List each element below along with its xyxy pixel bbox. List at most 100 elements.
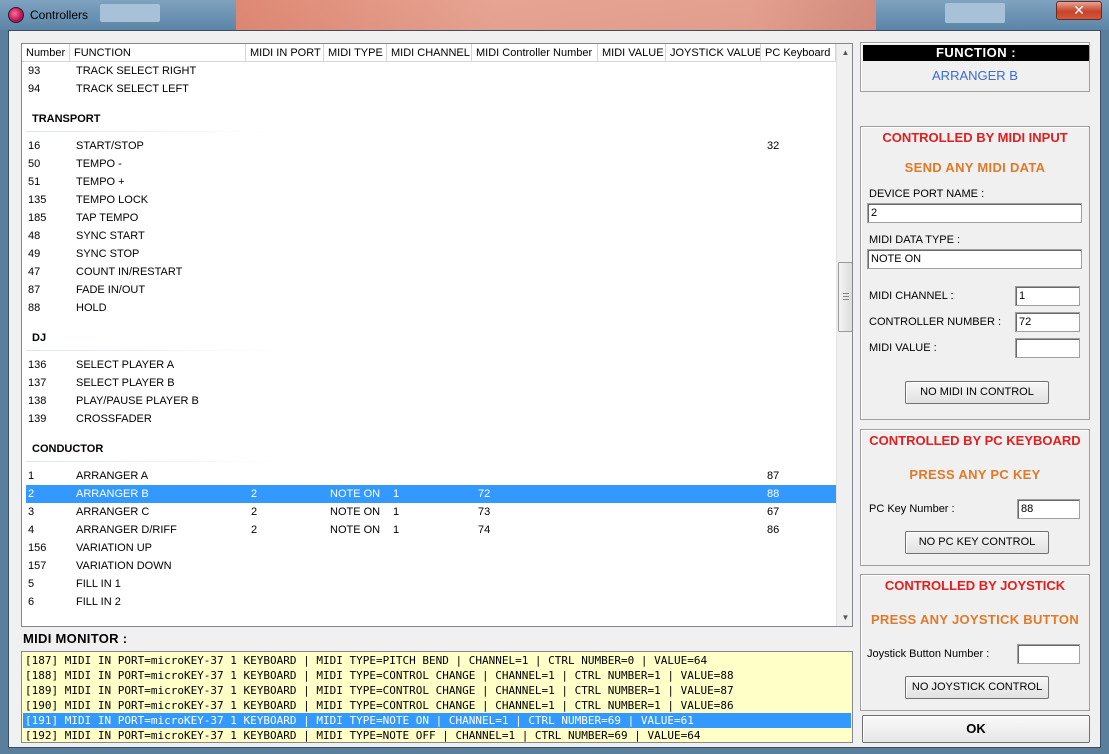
controller-row[interactable]: 94 TRACK SELECT LEFT [26, 80, 836, 98]
cell-function: ARRANGER B [76, 488, 149, 500]
controller-row[interactable]: 87 FADE IN/OUT [26, 281, 836, 299]
cell-number: 135 [28, 194, 47, 206]
controller-row[interactable]: 136 SELECT PLAYER A [26, 356, 836, 374]
controller-list[interactable]: 84TRACK SELECT +93TRACK SELECT RIGHT94TR… [21, 43, 853, 627]
midi-monitor-log[interactable]: [187] MIDI IN PORT=microKEY-37 1 KEYBOAR… [21, 651, 853, 743]
column-header[interactable]: MIDI IN PORT [246, 44, 324, 62]
dialog-client-area: 84TRACK SELECT +93TRACK SELECT RIGHT94TR… [8, 30, 1101, 748]
column-header[interactable]: MIDI VALUE [598, 44, 666, 62]
controller-row[interactable]: 48 SYNC START [26, 227, 836, 245]
no-midi-in-control-button[interactable]: NO MIDI IN CONTROL [905, 381, 1049, 404]
group-header: DJ [32, 332, 47, 344]
controller-row[interactable]: 139 CROSSFADER [26, 410, 836, 428]
background-window-fragment [236, 0, 876, 30]
cell-function: TEMPO LOCK [76, 194, 149, 206]
device-port-field[interactable]: 2 [867, 203, 1082, 223]
scroll-up-arrow-icon[interactable]: ▲ [837, 44, 852, 61]
controller-row[interactable]: 156 VARIATION UP [26, 539, 836, 557]
cell-number: 137 [28, 377, 47, 389]
midi-value-label: MIDI VALUE : [869, 342, 937, 354]
cell-number: 5 [28, 578, 35, 590]
column-header[interactable]: MIDI TYPE [324, 44, 387, 62]
cell-number: 94 [28, 83, 41, 95]
controller-row[interactable]: 51 TEMPO + [26, 173, 836, 191]
no-joystick-control-button[interactable]: NO JOYSTICK CONTROL [905, 676, 1049, 699]
cell-function: TEMPO - [76, 158, 122, 170]
controller-row[interactable]: 5 FILL IN 1 [26, 575, 836, 593]
controller-row[interactable]: 88 HOLD [26, 299, 836, 317]
joystick-button-number-label: Joystick Button Number : [867, 648, 990, 660]
cell-function: PLAY/PAUSE PLAYER B [76, 395, 199, 407]
controller-row[interactable]: 3 ARRANGER C 2 NOTE ON 1 73 67 [26, 503, 836, 521]
midi-data-type-field[interactable]: NOTE ON [867, 249, 1082, 269]
controller-row[interactable]: 6 FILL IN 2 [26, 593, 836, 611]
controller-row[interactable]: 135 TEMPO LOCK [26, 191, 836, 209]
group-divider [26, 350, 276, 351]
cell-pc: 32 [767, 140, 780, 152]
controller-row[interactable]: 2 ARRANGER B 2 NOTE ON 1 72 88 [26, 485, 836, 503]
cell-port: 2 [251, 488, 258, 500]
column-header[interactable]: FUNCTION [70, 44, 246, 62]
no-pc-key-control-button[interactable]: NO PC KEY CONTROL [905, 531, 1049, 554]
controller-row[interactable]: 93 TRACK SELECT RIGHT [26, 62, 836, 80]
monitor-line[interactable]: [191] MIDI IN PORT=microKEY-37 1 KEYBOAR… [23, 713, 851, 728]
pc-key-number-field[interactable]: 88 [1017, 499, 1080, 519]
controller-row[interactable]: 157 VARIATION DOWN [26, 557, 836, 575]
cell-function: CROSSFADER [76, 413, 152, 425]
monitor-line[interactable]: [187] MIDI IN PORT=microKEY-37 1 KEYBOAR… [23, 653, 851, 668]
close-button[interactable]: ✕ [1056, 1, 1102, 20]
joystick-button-number-field[interactable] [1017, 644, 1080, 664]
cell-number: 139 [28, 413, 47, 425]
monitor-line[interactable]: [192] MIDI IN PORT=microKEY-37 1 KEYBOAR… [23, 728, 851, 742]
column-header[interactable]: MIDI CHANNEL [387, 44, 472, 62]
column-header[interactable]: JOYSTICK VALUE [666, 44, 761, 62]
column-header[interactable]: Number [22, 44, 70, 62]
pc-keyboard-subtitle: PRESS ANY PC KEY [909, 467, 1041, 482]
cell-number: 6 [28, 596, 35, 608]
controller-row[interactable]: 4 ARRANGER D/RIFF 2 NOTE ON 1 74 86 [26, 521, 836, 539]
cell-pc: 88 [767, 488, 780, 500]
scroll-thumb[interactable] [838, 262, 852, 332]
monitor-line[interactable]: [188] MIDI IN PORT=microKEY-37 1 KEYBOAR… [23, 668, 851, 683]
monitor-line[interactable]: [190] MIDI IN PORT=microKEY-37 1 KEYBOAR… [23, 698, 851, 713]
cell-function: SYNC START [76, 230, 145, 242]
scroll-down-arrow-icon[interactable]: ▼ [837, 609, 852, 626]
column-header[interactable]: MIDI Controller Number [472, 44, 598, 62]
monitor-line[interactable]: [189] MIDI IN PORT=microKEY-37 1 KEYBOAR… [23, 683, 851, 698]
cell-function: TEMPO + [76, 176, 125, 188]
cell-port: 2 [251, 506, 258, 518]
controller-row[interactable]: 1 ARRANGER A 87 [26, 467, 836, 485]
cell-number: 156 [28, 542, 47, 554]
controller-row[interactable]: 49 SYNC STOP [26, 245, 836, 263]
function-name: ARRANGER B [932, 68, 1018, 83]
cell-number: 157 [28, 560, 47, 572]
cell-pc: 67 [767, 506, 780, 518]
cell-function: HOLD [76, 302, 107, 314]
cell-channel: 1 [393, 524, 400, 536]
cell-function: START/STOP [76, 140, 144, 152]
ok-button[interactable]: OK [862, 715, 1090, 743]
vertical-scrollbar[interactable]: ▲ ▼ [836, 44, 852, 626]
controller-row[interactable]: 16 START/STOP 32 [26, 137, 836, 155]
cell-function: SELECT PLAYER A [76, 359, 175, 371]
joystick-panel: CONTROLLED BY JOYSTICK PRESS ANY JOYSTIC… [860, 574, 1090, 711]
controller-number-field[interactable]: 72 [1015, 312, 1080, 332]
cell-number: 49 [28, 248, 41, 260]
group-header: TRANSPORT [32, 113, 101, 125]
pc-keyboard-panel: CONTROLLED BY PC KEYBOARD PRESS ANY PC K… [860, 429, 1090, 566]
group-divider [26, 461, 276, 462]
cell-number: 4 [28, 524, 35, 536]
controller-row[interactable]: 47 COUNT IN/RESTART [26, 263, 836, 281]
midi-value-field[interactable] [1015, 338, 1080, 358]
joystick-title: CONTROLLED BY JOYSTICK [884, 578, 1066, 593]
controller-row[interactable]: 137 SELECT PLAYER B [26, 374, 836, 392]
joystick-subtitle: PRESS ANY JOYSTICK BUTTON [870, 612, 1080, 627]
controller-row[interactable]: 185 TAP TEMPO [26, 209, 836, 227]
column-header[interactable]: PC Keyboard [761, 44, 836, 62]
controller-row[interactable]: 138 PLAY/PAUSE PLAYER B [26, 392, 836, 410]
midi-channel-field[interactable]: 1 [1015, 286, 1080, 306]
function-heading: FUNCTION : [863, 45, 1089, 61]
cell-function: FILL IN 1 [76, 578, 121, 590]
group-header: CONDUCTOR [32, 443, 104, 455]
controller-row[interactable]: 50 TEMPO - [26, 155, 836, 173]
